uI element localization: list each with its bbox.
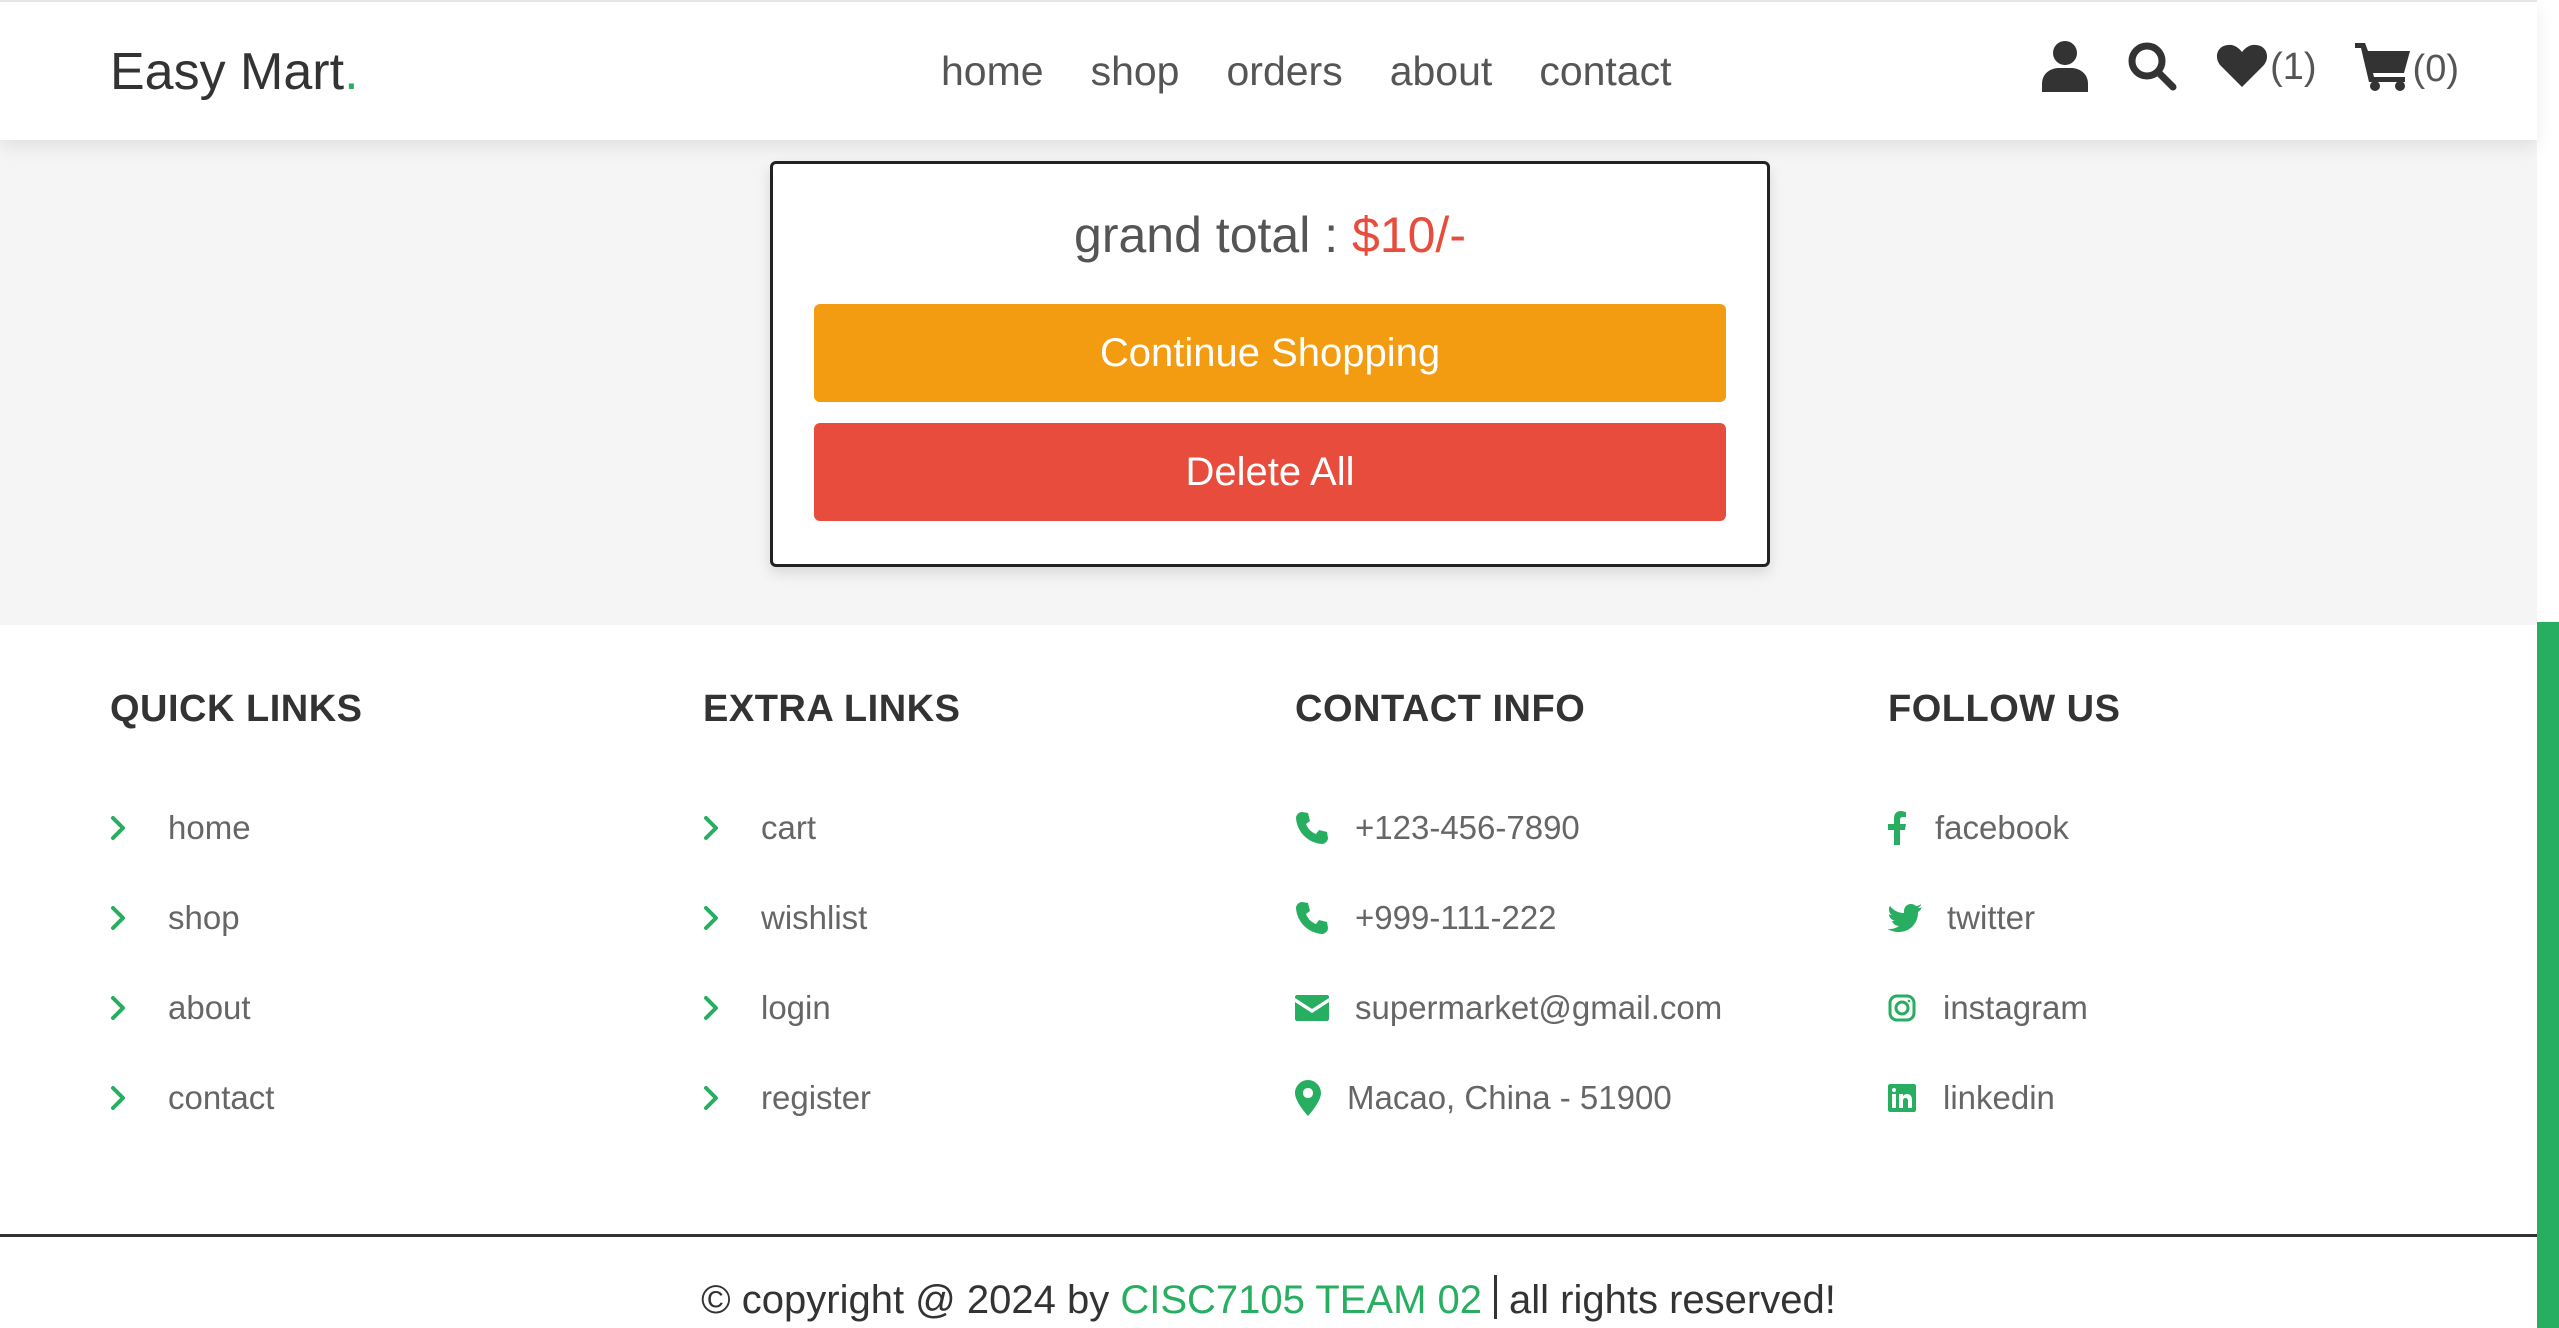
quick-link-about[interactable]: about [110,963,363,1053]
extra-link-cart[interactable]: cart [703,783,960,873]
facebook-icon [1888,811,1935,845]
quick-links-section: QUICK LINKS home shop about contact [110,688,363,1143]
contact-email[interactable]: supermarket@gmail.com [1295,963,1722,1053]
chevron-right-icon [703,815,761,841]
linkedin-icon [1888,1084,1943,1112]
scrollbar-thumb[interactable] [2537,622,2559,1328]
chevron-right-icon [110,995,168,1021]
user-icon[interactable] [2042,40,2089,92]
social-twitter-label: twitter [1947,899,2036,936]
quick-link-label: home [168,809,251,846]
credit-suffix: all rights reserved! [1509,1278,1836,1322]
wishlist-link[interactable]: (1) [2216,43,2317,89]
contact-phone-2[interactable]: +999-111-222 [1295,873,1722,963]
extra-link-wishlist[interactable]: wishlist [703,873,960,963]
chevron-right-icon [703,905,761,931]
copyright-credit: © copyright @ 2024 by CISC7105 TEAM 02 al… [0,1275,2537,1323]
quick-link-label: contact [168,1079,275,1116]
social-facebook-label: facebook [1935,809,2069,846]
social-instagram-label: instagram [1943,989,2088,1026]
instagram-icon [1888,994,1943,1022]
cart-icon [2354,43,2410,91]
phone-icon [1295,811,1355,845]
grand-total-amount: $10/- [1352,207,1466,263]
logo[interactable]: Easy Mart. [110,42,359,102]
cart-link[interactable]: (0) [2354,41,2459,91]
social-linkedin-label: linkedin [1943,1079,2055,1116]
nav-shop[interactable]: shop [1091,48,1180,95]
twitter-icon [1888,904,1947,932]
logo-dot: . [344,43,359,101]
scrollbar-track[interactable] [2537,0,2559,622]
credit-prefix: © copyright @ 2024 by [701,1278,1121,1322]
wishlist-count: (1) [2270,46,2317,88]
map-marker-icon [1295,1080,1347,1116]
extra-link-label: wishlist [761,899,868,936]
delete-all-button[interactable]: Delete All [814,423,1726,521]
nav-orders[interactable]: orders [1226,48,1342,95]
contact-email-text: supermarket@gmail.com [1355,989,1723,1026]
grand-total-label: grand total : [1074,207,1352,263]
quick-link-shop[interactable]: shop [110,873,363,963]
contact-info-title: CONTACT INFO [1295,688,1586,730]
envelope-icon [1295,995,1355,1021]
contact-phone-1-text: +123-456-7890 [1355,809,1580,846]
phone-icon [1295,901,1355,935]
nav-home[interactable]: home [941,48,1044,95]
header-icons: (1) (0) [2042,40,2459,92]
contact-address[interactable]: Macao, China - 51900 [1295,1053,1722,1143]
grand-total: grand total : $10/- [773,206,1767,264]
cart-total-box: grand total : $10/- Continue Shopping De… [770,161,1770,567]
credit-team: CISC7105 TEAM 02 [1120,1278,1483,1322]
quick-link-label: shop [168,899,240,936]
contact-info-section: CONTACT INFO +123-456-7890 +999-111-222 … [1295,688,1722,1143]
chevron-right-icon [110,815,168,841]
extra-links-section: EXTRA LINKS cart wishlist login register [703,688,960,1143]
social-facebook[interactable]: facebook [1888,783,2120,873]
nav-about[interactable]: about [1390,48,1493,95]
continue-shopping-button[interactable]: Continue Shopping [814,304,1726,402]
chevron-right-icon [110,1085,168,1111]
quick-link-contact[interactable]: contact [110,1053,363,1143]
extra-link-register[interactable]: register [703,1053,960,1143]
credit-separator [1494,1275,1498,1319]
extra-link-label: cart [761,809,817,846]
header: Easy Mart. home shop orders about contac… [0,0,2537,140]
follow-us-title: FOLLOW US [1888,688,2121,730]
contact-phone-1[interactable]: +123-456-7890 [1295,783,1722,873]
heart-icon [2217,44,2268,87]
chevron-right-icon [110,905,168,931]
follow-us-section: FOLLOW US facebook twitter instagram lin… [1888,688,2120,1143]
social-twitter[interactable]: twitter [1888,873,2120,963]
footer-divider [0,1234,2537,1237]
quick-links-title: QUICK LINKS [110,688,363,730]
main-nav: home shop orders about contact [941,48,1672,95]
social-linkedin[interactable]: linkedin [1888,1053,2120,1143]
search-icon[interactable] [2126,40,2178,92]
contact-address-text: Macao, China - 51900 [1347,1079,1672,1116]
quick-link-home[interactable]: home [110,783,363,873]
extra-link-label: register [761,1079,872,1116]
social-instagram[interactable]: instagram [1888,963,2120,1053]
chevron-right-icon [703,995,761,1021]
contact-phone-2-text: +999-111-222 [1355,899,1557,936]
extra-links-title: EXTRA LINKS [703,688,961,730]
footer: QUICK LINKS home shop about contact EXTR… [0,625,2537,1328]
extra-link-login[interactable]: login [703,963,960,1053]
cart-count: (0) [2412,48,2459,90]
extra-link-label: login [761,989,831,1026]
quick-link-label: about [168,989,251,1026]
nav-contact[interactable]: contact [1539,48,1671,95]
chevron-right-icon [703,1085,761,1111]
logo-text: Easy Mart [110,43,345,101]
